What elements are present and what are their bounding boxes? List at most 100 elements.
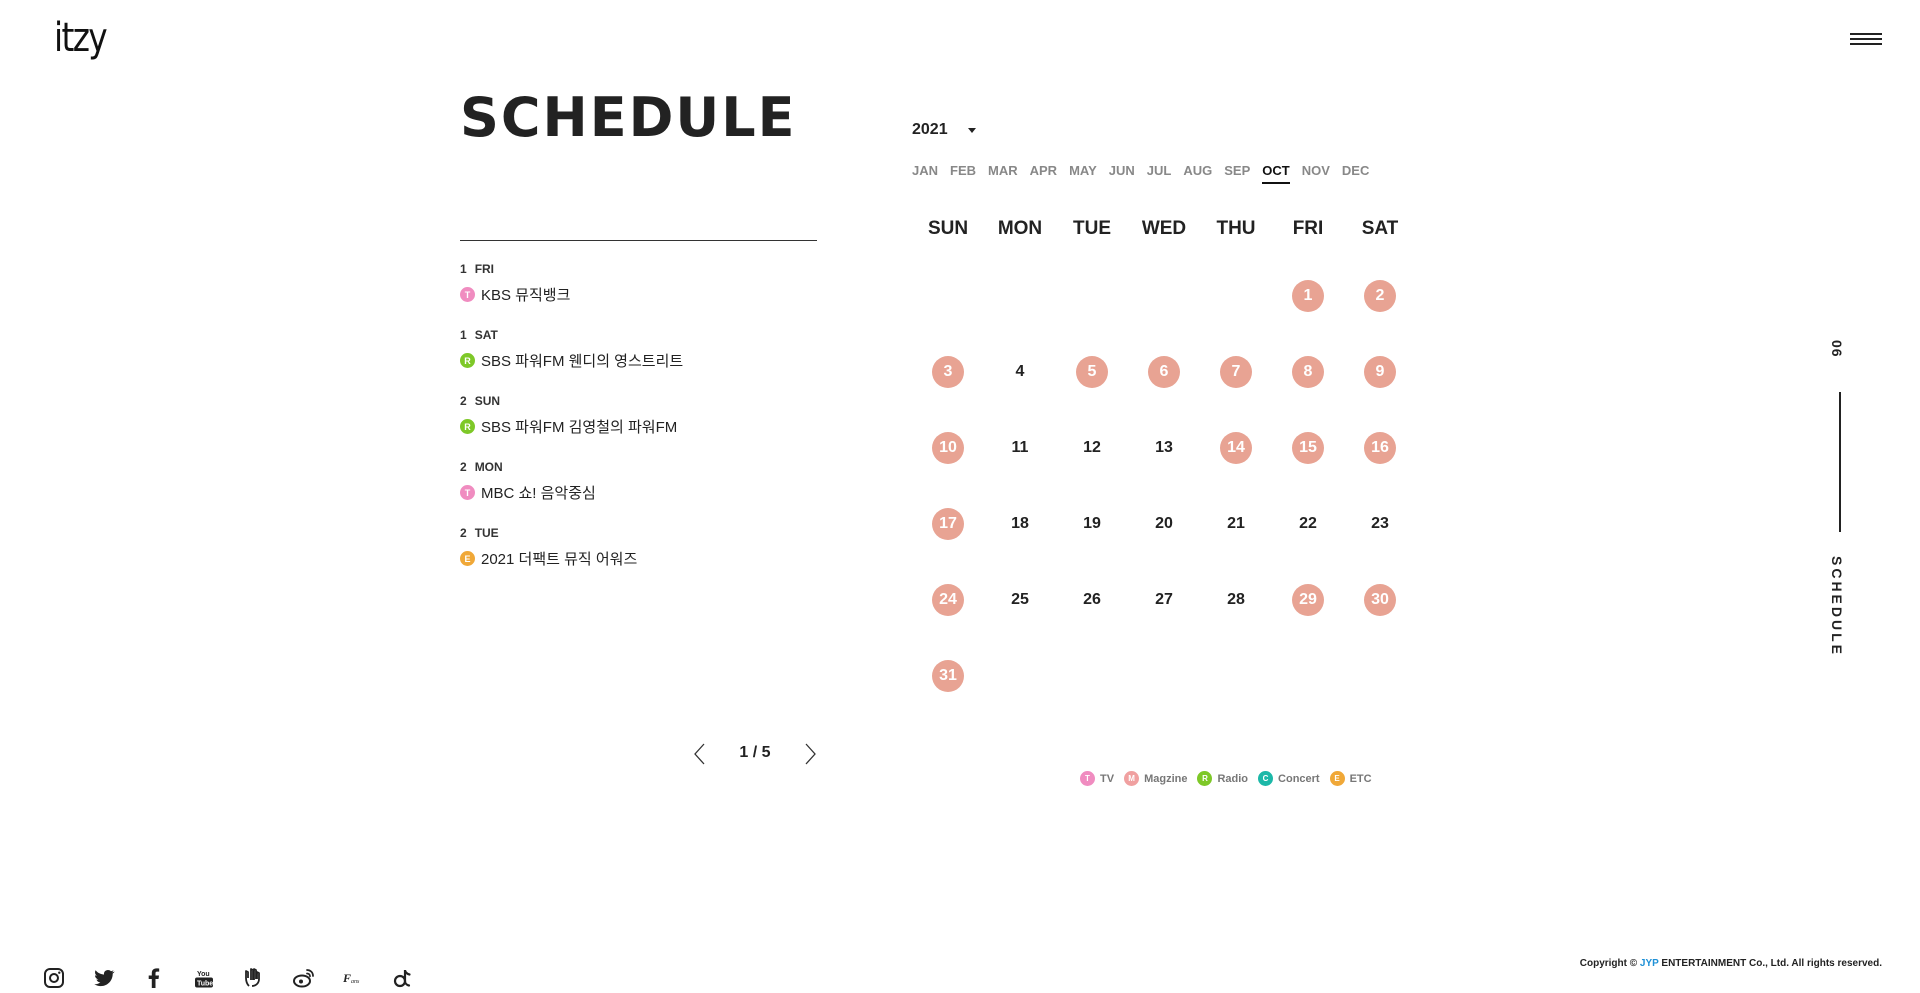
month-tab-jan[interactable]: JAN (912, 163, 938, 184)
event-item[interactable]: 1 SAT R SBS 파워FM 웬디의 영스트리트 (460, 328, 820, 394)
weekday-mon: MON (997, 218, 1043, 239)
etc-badge-icon: E (460, 551, 475, 566)
calendar-day: 11 (1011, 439, 1029, 456)
calendar-day-event[interactable]: 31 (932, 660, 964, 692)
itzy-logo[interactable]: itzy (54, 18, 108, 58)
event-item[interactable]: 2 SUN R SBS 파워FM 김영철의 파워FM (460, 394, 820, 460)
calendar-day: 19 (1083, 515, 1101, 532)
calendar-day: 20 (1155, 515, 1173, 532)
calendar-day: 18 (1011, 515, 1029, 532)
event-title[interactable]: SBS 파워FM 웬디의 영스트리트 (481, 350, 683, 371)
event-weekday: MON (474, 460, 503, 474)
calendar-day-cell: 27 (1128, 584, 1200, 660)
calendar-day-cell: 24 (912, 584, 984, 660)
calendar-day-event[interactable]: 5 (1076, 356, 1108, 388)
calendar-day-cell: 12 (1056, 432, 1128, 508)
month-tab-sep[interactable]: SEP (1224, 163, 1250, 184)
twitter-link[interactable] (90, 964, 118, 992)
month-tab-oct[interactable]: OCT (1262, 163, 1290, 184)
vlive-link[interactable] (240, 964, 268, 992)
twitter-icon (94, 969, 115, 987)
calendar-day-event[interactable]: 30 (1364, 584, 1396, 616)
youtube-link[interactable]: You Tube (190, 964, 218, 992)
calendar-day-event[interactable]: 17 (932, 508, 964, 540)
calendar-day-cell: 1 (1272, 280, 1344, 356)
month-tab-dec[interactable]: DEC (1342, 163, 1369, 184)
event-title[interactable]: 2021 더팩트 뮤직 어워즈 (481, 548, 637, 569)
calendar-day-event[interactable]: 6 (1148, 356, 1180, 388)
weibo-link[interactable] (290, 964, 318, 992)
calendar-day-event[interactable]: 8 (1292, 356, 1324, 388)
pager-next-button[interactable] (800, 742, 820, 766)
calendar-day-event[interactable]: 2 (1364, 280, 1396, 312)
month-tab-aug[interactable]: AUG (1183, 163, 1212, 184)
event-item[interactable]: 2 TUE E 2021 더팩트 뮤직 어워즈 (460, 526, 820, 592)
event-title[interactable]: SBS 파워FM 김영철의 파워FM (481, 416, 677, 437)
calendar-day-cell: 3 (912, 356, 984, 432)
instagram-link[interactable] (40, 964, 68, 992)
fans-icon: Fans (342, 971, 360, 985)
calendar-day: 13 (1155, 439, 1173, 456)
calendar-day-event[interactable]: 14 (1220, 432, 1252, 464)
weekday-fri: FRI (1292, 218, 1324, 239)
calendar-day-event[interactable]: 7 (1220, 356, 1252, 388)
calendar-day-event[interactable]: 3 (932, 356, 964, 388)
side-section-indicator: 06 SCHEDULE (1826, 340, 1856, 660)
calendar-day-event[interactable]: 15 (1292, 432, 1324, 464)
hamburger-menu-button[interactable] (1850, 33, 1882, 49)
weekday-sun: SUN (927, 218, 969, 239)
calendar-day-cell: 19 (1056, 508, 1128, 584)
month-tab-apr[interactable]: APR (1030, 163, 1057, 184)
month-tabs: JAN FEB MAR APR MAY JUN JUL AUG SEP OCT NOV DEC (912, 163, 1381, 184)
weibo-icon (293, 969, 314, 988)
month-tab-jun[interactable]: JUN (1109, 163, 1135, 184)
section-number: 06 (1829, 340, 1845, 358)
legend-item-concert: C Concert (1258, 771, 1320, 786)
event-pager: 1 / 5 (690, 740, 820, 768)
radio-badge-icon: R (460, 353, 475, 368)
month-tab-may[interactable]: MAY (1069, 163, 1097, 184)
social-links: You Tube Fans (40, 964, 440, 992)
month-tab-feb[interactable]: FEB (950, 163, 976, 184)
copyright-text: Copyright © JYP ENTERTAINMENT Co., Ltd. … (1579, 958, 1882, 969)
event-weekday: FRI (474, 262, 495, 276)
event-title[interactable]: MBC 쇼! 음악중심 (481, 482, 596, 503)
svg-text:F: F (342, 971, 351, 985)
caret-down-icon (967, 127, 976, 133)
legend-item-radio: R Radio (1197, 771, 1248, 786)
month-tab-nov[interactable]: NOV (1302, 163, 1330, 184)
jyp-link[interactable]: JYP (1640, 958, 1659, 969)
calendar-day-event[interactable]: 29 (1292, 584, 1324, 616)
event-item[interactable]: 2 MON T MBC 쇼! 음악중심 (460, 460, 820, 526)
legend-badge-icon: T (1080, 771, 1095, 786)
svg-text:Tube: Tube (197, 981, 213, 988)
calendar-day: 22 (1299, 515, 1317, 532)
vlive-icon (245, 968, 260, 987)
calendar-day-event[interactable]: 24 (932, 584, 964, 616)
youtube-icon: You Tube (195, 971, 213, 988)
calendar-day: 21 (1227, 515, 1245, 532)
calendar-day-event[interactable]: 9 (1364, 356, 1396, 388)
month-tab-mar[interactable]: MAR (988, 163, 1018, 184)
calendar-weekday-header: SUN MON TUE WED THU FRI SAT (912, 218, 1402, 240)
calendar-day-cell: 18 (984, 508, 1056, 584)
calendar-day-cell: 6 (1128, 356, 1200, 432)
legend-item-etc: E ETC (1329, 771, 1372, 786)
calendar-blank-cell (912, 280, 984, 356)
calendar-day-event[interactable]: 16 (1364, 432, 1396, 464)
month-tab-jul[interactable]: JUL (1147, 163, 1172, 184)
weekday-thu: THU (1216, 218, 1256, 239)
calendar-day: 28 (1227, 591, 1245, 608)
fans-link[interactable]: Fans (340, 964, 368, 992)
tiktok-link[interactable] (390, 964, 418, 992)
calendar-blank-cell (1128, 280, 1200, 356)
calendar-blank-cell (1200, 280, 1272, 356)
calendar-day-event[interactable]: 1 (1292, 280, 1324, 312)
calendar-day-cell: 9 (1344, 356, 1416, 432)
calendar-day-event[interactable]: 10 (932, 432, 964, 464)
facebook-link[interactable] (140, 964, 168, 992)
legend-label: Radio (1217, 772, 1249, 785)
event-item[interactable]: 1 FRI T KBS 뮤직뱅크 (460, 262, 820, 328)
year-select[interactable]: 2021 (912, 118, 992, 142)
event-title[interactable]: KBS 뮤직뱅크 (481, 284, 570, 305)
